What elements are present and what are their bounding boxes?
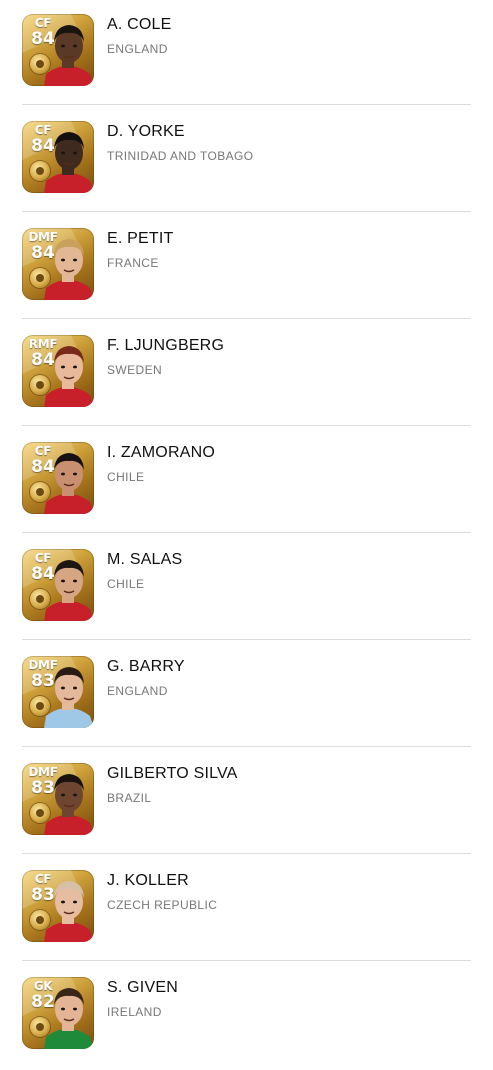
row-divider [22,318,471,319]
club-badge-icon [30,482,50,502]
player-row[interactable]: RMF 84 F. LJUNGBERG SWEDEN [0,321,493,428]
rating-label: 84 [31,136,55,156]
player-name: D. YORKE [107,123,185,140]
player-card-icon[interactable]: CF 84 [22,121,94,193]
rating-label: 82 [31,992,55,1012]
player-nation: BRAZIL [107,791,152,805]
kit-shape [44,66,94,86]
player-name: M. SALAS [107,551,183,568]
club-badge-icon [30,161,50,181]
kit-shape [44,601,94,621]
player-row[interactable]: DMF 84 E. PETIT FRANCE [0,214,493,321]
kit-shape [44,173,94,193]
player-row[interactable]: CF 84 M. SALAS CHILE [0,535,493,642]
rating-label: 84 [31,564,55,584]
player-row[interactable]: CF 84 D. YORKE TRINIDAD AND TOBAGO [0,107,493,214]
row-divider [22,639,471,640]
row-divider [22,532,471,533]
row-divider [22,211,471,212]
kit-shape [44,387,94,407]
club-badge-icon [30,375,50,395]
rating-label: 83 [31,671,55,691]
kit-shape [44,280,94,300]
player-card-icon[interactable]: DMF 83 [22,763,94,835]
row-divider [22,746,471,747]
player-card-icon[interactable]: CF 84 [22,14,94,86]
player-nation: CHILE [107,577,145,591]
rating-label: 84 [31,29,55,49]
player-row[interactable]: DMF 83 GILBERTO SILVA BRAZIL [0,749,493,856]
club-badge-icon [30,1017,50,1037]
player-card-icon[interactable]: DMF 83 [22,656,94,728]
player-card-icon[interactable]: RMF 84 [22,335,94,407]
player-nation: ENGLAND [107,42,168,56]
player-nation: FRANCE [107,256,159,270]
player-name: G. BARRY [107,658,185,675]
kit-shape [44,815,94,835]
player-nation: ENGLAND [107,684,168,698]
rating-label: 84 [31,457,55,477]
player-name: J. KOLLER [107,872,189,889]
player-nation: SWEDEN [107,363,163,377]
player-name: S. GIVEN [107,979,178,996]
player-list: CF 84 A. COLE ENGLAND CF 84 D. YORKE TRI… [0,0,493,1060]
kit-shape [44,708,94,728]
player-nation: TRINIDAD AND TOBAGO [107,149,254,163]
player-card-icon[interactable]: CF 84 [22,549,94,621]
player-name: E. PETIT [107,230,174,247]
club-badge-icon [30,696,50,716]
player-row[interactable]: CF 83 J. KOLLER CZECH REPUBLIC [0,856,493,963]
player-card-icon[interactable]: CF 84 [22,442,94,514]
rating-label: 84 [31,243,55,263]
player-name: I. ZAMORANO [107,444,215,461]
club-badge-icon [30,589,50,609]
player-row[interactable]: GK 82 S. GIVEN IRELAND [0,963,493,1070]
rating-label: 83 [31,885,55,905]
player-name: GILBERTO SILVA [107,765,238,782]
player-name: F. LJUNGBERG [107,337,225,354]
player-row[interactable]: CF 84 A. COLE ENGLAND [0,0,493,107]
club-badge-icon [30,803,50,823]
row-divider [22,960,471,961]
player-nation: CZECH REPUBLIC [107,898,218,912]
kit-shape [44,1029,94,1049]
player-row[interactable]: DMF 83 G. BARRY ENGLAND [0,642,493,749]
player-nation: IRELAND [107,1005,162,1019]
kit-shape [44,922,94,942]
row-divider [22,104,471,105]
player-nation: CHILE [107,470,145,484]
rating-label: 83 [31,778,55,798]
player-name: A. COLE [107,16,172,33]
player-card-icon[interactable]: DMF 84 [22,228,94,300]
player-card-icon[interactable]: GK 82 [22,977,94,1049]
row-divider [22,425,471,426]
kit-shape [44,494,94,514]
player-card-icon[interactable]: CF 83 [22,870,94,942]
club-badge-icon [30,54,50,74]
player-row[interactable]: CF 84 I. ZAMORANO CHILE [0,428,493,535]
row-divider [22,853,471,854]
rating-label: 84 [31,350,55,370]
club-badge-icon [30,268,50,288]
club-badge-icon [30,910,50,930]
